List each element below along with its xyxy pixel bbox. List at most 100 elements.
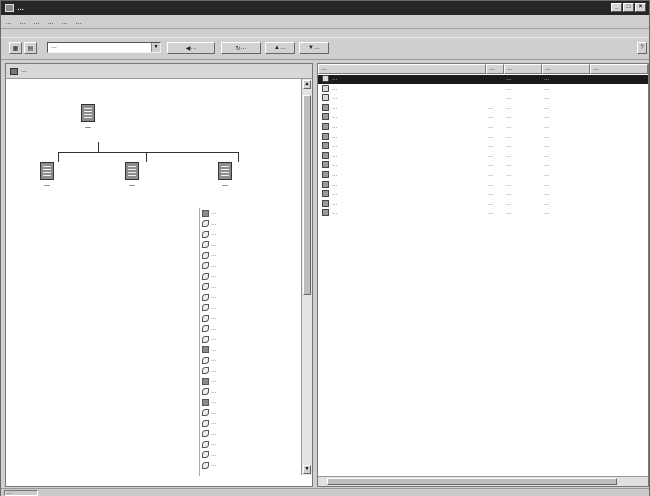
page-link-label: … — [211, 378, 217, 385]
column-header-name[interactable]: … — [318, 64, 486, 74]
column-header-type[interactable]: … — [504, 64, 542, 74]
page-link-label: … — [211, 336, 217, 343]
page-link-item[interactable]: … — [200, 439, 297, 450]
file-modified-cell: … — [544, 133, 550, 140]
file-row[interactable]: ………… — [318, 171, 648, 180]
column-header-checked-out[interactable]: … — [590, 64, 648, 74]
file-row[interactable]: ………… — [318, 209, 648, 218]
file-row[interactable]: ………… — [318, 190, 648, 199]
page-link-item[interactable]: … — [200, 450, 297, 461]
page-link-item[interactable]: … — [200, 418, 297, 429]
chevron-down-icon[interactable]: ▼ — [151, 43, 160, 52]
file-row[interactable]: ……… — [318, 94, 648, 103]
file-type-cell: … — [506, 143, 512, 150]
page-icon — [218, 162, 232, 180]
navigator-scrollbar[interactable]: ▲ ▼ — [301, 79, 312, 475]
page-link-item[interactable]: … — [200, 334, 297, 345]
file-row[interactable]: ………… — [318, 161, 648, 170]
file-type-cell: … — [506, 200, 512, 207]
site-icon[interactable]: ▦ — [9, 42, 22, 54]
file-row[interactable]: ……… — [318, 75, 648, 84]
child-page-label: … — [129, 182, 135, 188]
file-name: … — [332, 181, 338, 188]
page-link-item[interactable]: … — [200, 376, 297, 387]
page-link-item[interactable]: … — [200, 219, 297, 230]
page-link-label: … — [211, 241, 217, 248]
file-row[interactable]: ………… — [318, 142, 648, 151]
file-row[interactable]: ………… — [318, 113, 648, 122]
status-text: … — [4, 490, 38, 496]
page-link-item[interactable]: … — [200, 345, 297, 356]
menu-item[interactable]: … — [5, 19, 12, 26]
file-modified-cell: … — [544, 95, 550, 102]
page-link-label: … — [211, 262, 217, 269]
page-link-item[interactable]: … — [200, 313, 297, 324]
tree-connector — [58, 152, 238, 153]
help-icon[interactable]: ? — [637, 42, 647, 54]
file-row[interactable]: ………… — [318, 103, 648, 113]
file-name: … — [332, 104, 338, 111]
root-page-node[interactable]: … — [81, 104, 95, 130]
minimize-icon[interactable]: _ — [611, 3, 622, 12]
file-type-cell: … — [506, 85, 512, 92]
file-name: … — [332, 210, 338, 217]
scroll-thumb[interactable] — [327, 478, 617, 485]
file-name-cell: … — [322, 123, 482, 132]
maximize-icon[interactable]: □ — [623, 3, 634, 12]
page-link-item[interactable]: … — [200, 208, 297, 219]
file-row[interactable]: ………… — [318, 180, 648, 190]
child-page-node[interactable]: … — [218, 162, 232, 188]
page-icon — [81, 104, 95, 122]
menu-item[interactable]: … — [33, 19, 40, 26]
file-row[interactable]: ………… — [318, 123, 648, 132]
scroll-thumb[interactable] — [303, 95, 311, 295]
close-icon[interactable]: × — [635, 3, 646, 12]
page-link-item[interactable]: … — [200, 324, 297, 335]
page-link-item[interactable]: … — [200, 292, 297, 303]
refresh-button[interactable]: ↻ … — [221, 42, 261, 54]
child-page-node[interactable]: … — [40, 162, 54, 188]
file-row[interactable]: ……… — [318, 84, 648, 94]
page-link-label: … — [211, 346, 217, 353]
site-combo[interactable]: … ▼ — [47, 42, 161, 53]
page-link-item[interactable]: … — [200, 261, 297, 272]
menu-item[interactable]: … — [47, 19, 54, 26]
page-link-item[interactable]: … — [200, 271, 297, 282]
page-link-item[interactable]: … — [200, 250, 297, 261]
file-row[interactable]: ………… — [318, 151, 648, 161]
page-link-item[interactable]: … — [200, 460, 297, 471]
page-link-label: … — [211, 283, 217, 290]
menu-item[interactable]: … — [19, 19, 26, 26]
column-header-size[interactable]: … — [486, 64, 504, 74]
file-modified-cell: … — [544, 76, 550, 82]
page-link-item[interactable]: … — [200, 282, 297, 293]
page-link-item[interactable]: … — [200, 355, 297, 366]
scroll-up-icon[interactable]: ▲ — [303, 80, 311, 89]
down-button[interactable]: ▼ … — [299, 42, 329, 54]
page-link-item[interactable]: … — [200, 397, 297, 408]
page-link-item[interactable]: … — [200, 408, 297, 419]
link-icon — [202, 377, 209, 385]
file-name: … — [332, 124, 338, 130]
page-link-item[interactable]: … — [200, 366, 297, 377]
page-link-item[interactable]: … — [200, 303, 297, 314]
page-link-item[interactable]: … — [200, 387, 297, 398]
menu-item[interactable]: … — [75, 19, 82, 26]
up-button[interactable]: ▲ … — [265, 42, 295, 54]
file-row[interactable]: ………… — [318, 132, 648, 142]
file-name-cell: … — [322, 113, 482, 122]
child-page-node[interactable]: … — [125, 162, 139, 188]
filelist-scrollbar[interactable] — [318, 476, 648, 486]
back-button[interactable]: ◀ … — [167, 42, 215, 54]
page-link-item[interactable]: … — [200, 240, 297, 251]
menu-item[interactable]: … — [61, 19, 68, 26]
column-header-modified[interactable]: … — [542, 64, 590, 74]
page-link-item[interactable]: … — [200, 229, 297, 240]
page-link-label: … — [211, 399, 217, 406]
file-modified-cell: … — [544, 152, 550, 159]
page-icon[interactable]: ▤ — [24, 42, 37, 54]
link-icon — [202, 451, 209, 459]
page-link-item[interactable]: … — [200, 429, 297, 440]
file-row[interactable]: ………… — [318, 199, 648, 209]
scroll-down-icon[interactable]: ▼ — [303, 465, 311, 474]
